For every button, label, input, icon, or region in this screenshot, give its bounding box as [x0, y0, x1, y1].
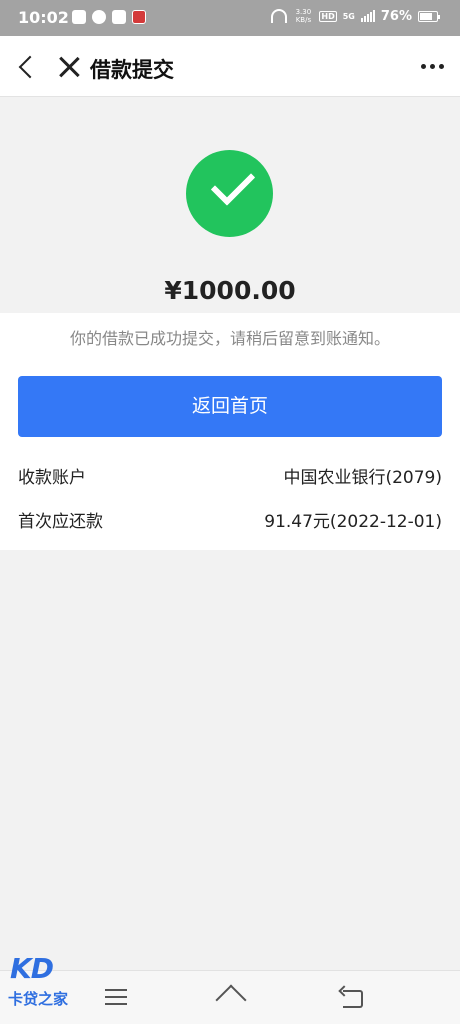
logo-name: 卡贷之家: [8, 990, 69, 1008]
menu-icon[interactable]: [105, 989, 127, 1005]
app-notification-icon: [112, 10, 126, 24]
title-bar: 借款提交: [0, 36, 460, 97]
detail-row-account: 收款账户 中国农业银行(2079): [18, 463, 442, 488]
app-notification-icon: [132, 10, 146, 24]
wifi-icon: [271, 9, 288, 23]
back-nav-icon[interactable]: [339, 986, 363, 1008]
detail-value: 中国农业银行(2079): [283, 468, 442, 488]
app-notification-icon: [72, 10, 86, 24]
detail-row-first-repayment: 首次应还款 91.47元(2022-12-01): [18, 507, 442, 532]
battery-icon: [418, 10, 440, 22]
return-home-button[interactable]: 返回首页: [18, 376, 442, 437]
loan-amount: ¥1000.00: [164, 276, 296, 305]
network-type: 5G: [342, 11, 355, 21]
watermark-logo: KD 卡贷之家: [0, 948, 84, 1010]
network-speed: 3.30 KB/s: [295, 8, 312, 24]
back-icon[interactable]: [16, 54, 40, 80]
detail-label: 首次应还款: [18, 512, 103, 532]
home-icon[interactable]: [213, 985, 247, 1007]
status-time: 10:02: [18, 8, 69, 27]
notification-icons: [72, 10, 146, 24]
result-card: 你的借款已成功提交，请稍后留意到账通知。 返回首页 收款账户 中国农业银行(20…: [0, 313, 460, 550]
hd-icon: HD: [319, 10, 337, 22]
close-icon[interactable]: [56, 54, 82, 80]
success-notice: 你的借款已成功提交，请稍后留意到账通知。: [69, 329, 390, 348]
page-title: 借款提交: [90, 58, 174, 82]
message-icon: [92, 10, 106, 24]
status-bar: 10:02 3.30 KB/s HD 5G 76%: [0, 0, 460, 36]
more-icon[interactable]: [421, 64, 444, 69]
battery-percent: 76%: [380, 8, 412, 24]
status-right: 3.30 KB/s HD 5G 76%: [271, 8, 440, 24]
signal-icon: [360, 10, 375, 22]
detail-value: 91.47元(2022-12-01): [264, 512, 442, 532]
logo-kd: KD: [10, 952, 54, 985]
detail-label: 收款账户: [18, 468, 86, 488]
success-check-icon: [186, 150, 273, 237]
